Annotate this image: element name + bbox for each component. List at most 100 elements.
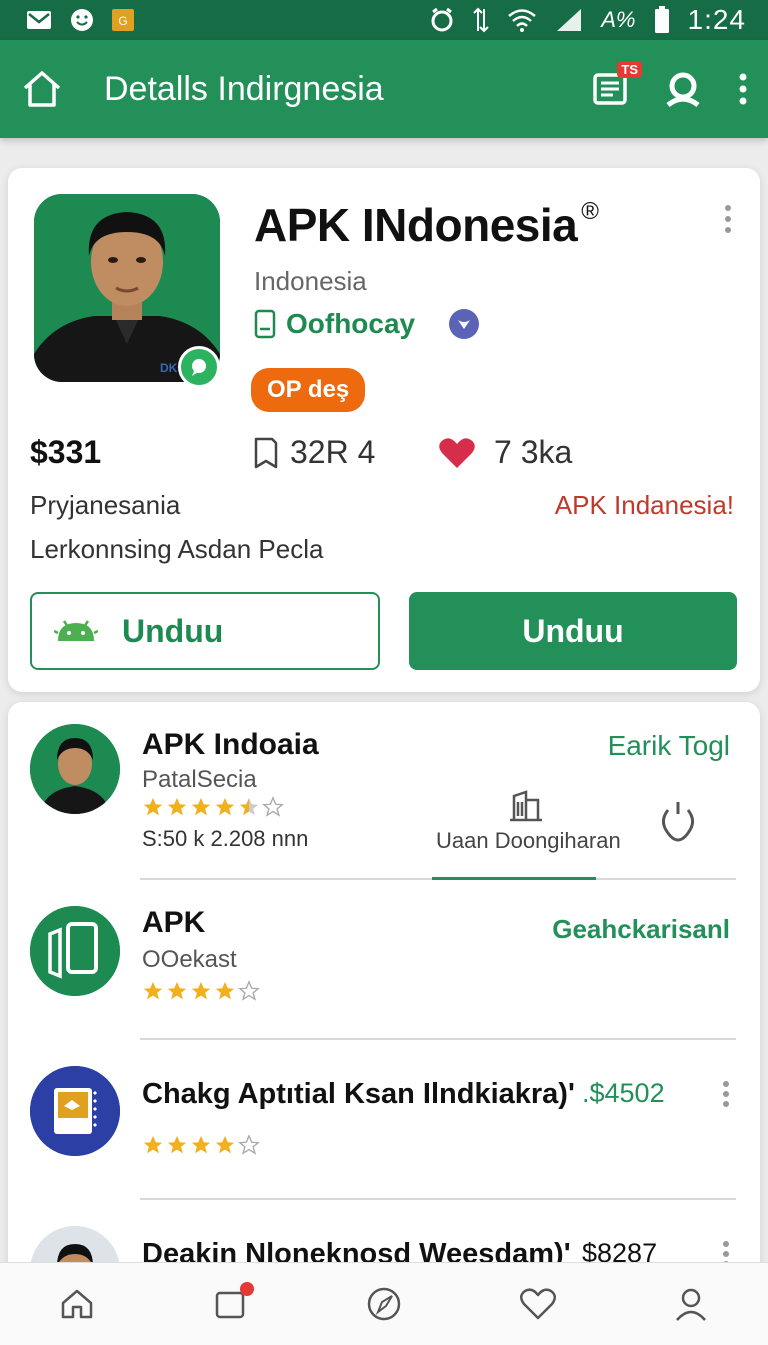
price: $331 — [30, 434, 102, 470]
star-icon — [167, 981, 187, 1000]
list-item-title: APK — [142, 906, 206, 939]
developer-row[interactable]: Oofhocay — [254, 308, 480, 340]
avatar — [30, 724, 120, 814]
download-outline-label: Unduu — [122, 612, 224, 649]
star-icon — [215, 1135, 235, 1154]
list-item-subtitle: PatalSecia — [142, 766, 257, 793]
building-icon[interactable] — [508, 790, 544, 822]
star-icon — [143, 797, 163, 816]
list-item[interactable]: APK OOekast Geahckarisanl — [8, 882, 760, 1040]
star-icon — [167, 797, 187, 816]
user-icon — [676, 1288, 707, 1321]
svg-text:G: G — [118, 14, 127, 28]
signal-icon — [555, 7, 583, 33]
home-icon — [61, 1289, 93, 1319]
star-empty-icon — [262, 796, 284, 817]
mail-icon — [26, 10, 52, 30]
star-icon — [191, 1135, 211, 1154]
bottom-navigation — [0, 1262, 768, 1345]
battery-percent: A% — [601, 7, 636, 32]
star-icon — [215, 797, 235, 816]
stats-row: $331 32R 4 7 3ka — [30, 434, 740, 471]
app-detail-card: DK APK INdonesia ® Indonesia Oofhocay OP … — [8, 168, 760, 692]
star-icon — [191, 797, 211, 816]
status-bar: G A% 1:24 — [0, 0, 768, 40]
page-title: Detalls Indirgnesia — [104, 69, 384, 108]
divider — [140, 1198, 736, 1200]
list-item-meta: S:50 k 2.208 nnn — [142, 826, 309, 851]
star-icon — [143, 981, 163, 1000]
star-icon — [191, 981, 211, 1000]
android-icon — [54, 615, 98, 647]
list-item-title: Chakg Aptıtial Ksan Ilndkiakra)' — [142, 1078, 575, 1110]
divider — [140, 1038, 736, 1040]
nav-home[interactable] — [47, 1274, 107, 1334]
svg-text:DK: DK — [160, 361, 178, 375]
list-item[interactable]: APK Indoaia PatalSecia S:50 k 2.208 nnn … — [8, 702, 760, 880]
nav-profile[interactable] — [661, 1274, 721, 1334]
star-empty-icon — [238, 980, 260, 1001]
list-item-title: APK Indoaia — [142, 728, 319, 761]
avatar — [30, 1066, 120, 1156]
power-icon[interactable] — [660, 800, 696, 842]
chat-bubble-icon — [178, 346, 220, 388]
likes-stat[interactable]: 7 3ka — [438, 434, 572, 471]
star-icon — [215, 981, 235, 1000]
notifications-button[interactable]: TS — [592, 61, 642, 107]
app-subtitle: Indonesia — [254, 266, 367, 296]
home-icon[interactable] — [22, 70, 62, 108]
bookmark-icon — [252, 436, 280, 470]
notification-dot — [240, 1282, 255, 1296]
alarm-icon — [429, 7, 455, 33]
app-list: APK Indoaia PatalSecia S:50 k 2.208 nnn … — [8, 702, 760, 1342]
star-icon — [143, 1135, 163, 1154]
nav-notifications[interactable] — [200, 1274, 260, 1334]
list-item-action-label[interactable]: Uaan Doongiharan — [436, 828, 621, 854]
app-bar: Detalls Indirgnesia TS — [0, 40, 768, 138]
more-options-icon[interactable] — [738, 72, 748, 106]
list-item-price: .$4502 — [582, 1078, 665, 1108]
download-button[interactable]: Unduu — [409, 592, 737, 670]
downloads-count: 32R 4 — [290, 434, 376, 470]
trademark-mark: ® — [581, 197, 599, 225]
list-item-action-link[interactable]: Earik Togl — [608, 730, 730, 762]
app-title: APK INdonesia ® — [254, 197, 599, 252]
star-half-icon — [239, 797, 259, 816]
nav-explore[interactable] — [354, 1274, 414, 1334]
download-outline-button[interactable]: Unduu — [30, 592, 380, 670]
compass-icon — [367, 1287, 401, 1321]
list-item-action-link[interactable]: Geahckarisanl — [552, 914, 730, 945]
likes-count: 7 3ka — [494, 434, 573, 470]
download-button-label: Unduu — [522, 612, 624, 649]
search-icon[interactable] — [662, 69, 704, 109]
list-item-subtitle: OOekast — [142, 946, 237, 973]
phone-icon — [254, 309, 276, 339]
downloads-stat: 32R 4 — [252, 434, 438, 471]
rating-stars — [142, 980, 260, 1002]
heart-outline-icon — [519, 1288, 556, 1320]
star-empty-icon — [238, 1134, 260, 1155]
more-options-icon[interactable] — [722, 1080, 730, 1108]
app-title-text: APK INdonesia — [254, 199, 578, 251]
avatar — [30, 906, 120, 996]
rating-stars — [142, 1134, 260, 1156]
notification-badge: TS — [617, 61, 642, 78]
list-item[interactable]: Chakg Aptıtial Ksan Ilndkiakra)' .$4502 — [8, 1042, 760, 1200]
publisher-link[interactable]: APK Indanesia! — [555, 490, 734, 521]
heart-icon — [438, 436, 476, 470]
rating-stars — [142, 796, 284, 818]
wifi-icon — [507, 8, 537, 32]
description-line-1: Pryjanesania — [30, 490, 181, 520]
more-options-icon[interactable] — [724, 204, 732, 234]
status-time: 1:24 — [687, 4, 746, 35]
verified-icon — [449, 309, 480, 339]
battery-icon — [654, 6, 670, 34]
smiley-icon — [70, 8, 94, 32]
nav-favorites[interactable] — [508, 1274, 568, 1334]
developer-name: Oofhocay — [286, 308, 416, 339]
star-icon — [167, 1135, 187, 1154]
data-transfer-icon — [473, 7, 489, 33]
status-badge: OP deş — [251, 368, 366, 412]
tab-indicator — [432, 877, 596, 880]
app-notification-icon: G — [112, 9, 134, 31]
